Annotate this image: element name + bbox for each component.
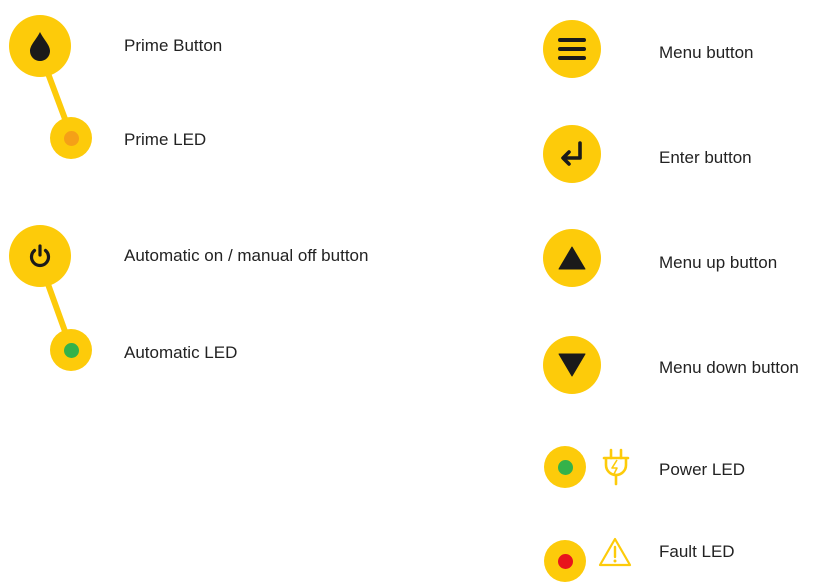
enter-button-label: Enter button [659,148,752,167]
menu-button[interactable] [543,20,601,78]
prime-led-label: Prime LED [124,130,207,149]
fault-led-housing [544,540,586,582]
prime-button[interactable] [9,15,71,77]
prime-led-housing [50,117,92,159]
fault-led-label: Fault LED [659,542,735,561]
automatic-button[interactable] [9,225,71,287]
power-led [557,459,573,475]
enter-return-icon [561,141,582,166]
fault-led [557,553,573,569]
menu-down-button-label: Menu down button [659,358,799,377]
enter-button[interactable] [543,125,601,183]
button-led-connectors [37,49,74,351]
triangle-down-icon [558,353,586,377]
automatic-led [63,342,79,358]
automatic-button-label: Automatic on / manual off button [124,246,369,265]
power-icon [29,244,51,268]
menu-down-button[interactable] [543,336,601,394]
menu-button-label: Menu button [659,43,754,62]
automatic-led-label: Automatic LED [124,343,238,362]
hamburger-menu-icon [558,38,586,60]
power-led-label: Power LED [659,460,745,479]
menu-up-button[interactable] [543,229,601,287]
triangle-up-icon [558,246,586,270]
menu-up-button-label: Menu up button [659,253,778,272]
power-led-housing [544,446,586,488]
power-plug-icon [602,448,630,486]
automatic-led-housing [50,329,92,371]
prime-button-label: Prime Button [124,36,223,55]
water-drop-icon [30,32,50,61]
prime-led [63,130,79,146]
warning-triangle-icon [598,537,632,567]
